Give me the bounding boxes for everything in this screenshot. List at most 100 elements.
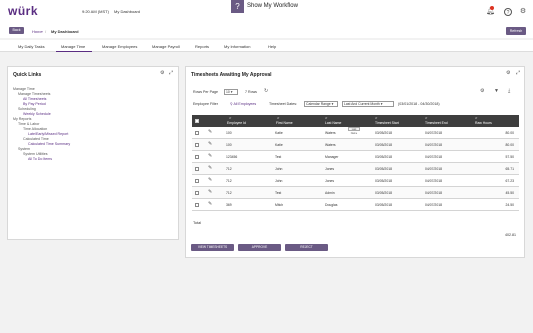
- cell-first-name: Mitch: [275, 203, 284, 207]
- quick-link-item[interactable]: Weekly Schedule: [23, 112, 51, 116]
- rows-per-page-select[interactable]: 10 ▾: [224, 89, 238, 95]
- sort-icon[interactable]: ⇵: [229, 116, 232, 120]
- quick-link-item[interactable]: Calculated Time: [23, 137, 49, 141]
- rows-per-page-label: Rows Per Page: [193, 90, 218, 94]
- show-workflow-link[interactable]: Show My Workflow: [247, 3, 298, 9]
- view-timesheets-button[interactable]: VIEW TIMESHEETS: [191, 244, 234, 251]
- cell-raw-hours: 45.50: [505, 191, 515, 195]
- cell-timesheet-start: 03/05/2018: [375, 203, 392, 207]
- edit-icon[interactable]: ✎: [208, 201, 212, 207]
- edit-icon[interactable]: ✎: [208, 153, 212, 159]
- date-range-text: (03/01/2018 - 04/30/2018): [398, 102, 440, 106]
- quick-link-item[interactable]: All To Do Items: [28, 157, 52, 161]
- quick-link-item[interactable]: Calculated Time Summary: [28, 142, 70, 146]
- row-checkbox[interactable]: [195, 155, 199, 159]
- reject-button[interactable]: REJECT: [285, 244, 328, 251]
- edit-icon[interactable]: ✎: [208, 177, 212, 183]
- column-header-employee-id[interactable]: Employee Id: [227, 121, 246, 125]
- nav-my-information[interactable]: My Information: [224, 44, 250, 49]
- nav-manage-employees[interactable]: Manage Employees: [102, 44, 137, 49]
- cell-timesheet-end: 04/07/2018: [425, 143, 442, 147]
- cell-timesheet-end: 04/07/2018: [425, 191, 442, 195]
- edit-icon[interactable]: ✎: [208, 189, 212, 195]
- quick-link-item[interactable]: Time & Labor: [18, 122, 39, 126]
- column-header-raw-hours[interactable]: Raw Hours: [475, 121, 492, 125]
- gear-icon[interactable]: ⚙: [480, 88, 484, 94]
- gear-icon[interactable]: ⚙: [160, 70, 164, 76]
- quick-link-item[interactable]: Late/Early/Missed Report: [28, 132, 68, 136]
- column-header-timesheet-start[interactable]: Timesheet Start: [375, 121, 399, 125]
- quick-link-item[interactable]: Manage Time: [13, 87, 35, 91]
- edit-icon[interactable]: ✎: [208, 129, 212, 135]
- cell-first-name: John: [275, 167, 283, 171]
- nav-manage-time[interactable]: Manage Time: [61, 44, 85, 49]
- sort-icon[interactable]: ⇵: [375, 116, 378, 120]
- breadcrumb-bar: [0, 24, 533, 38]
- cell-last-name: Jones: [325, 167, 335, 171]
- gear-icon[interactable]: ⚙: [519, 8, 527, 16]
- quick-link-item[interactable]: System: [18, 147, 30, 151]
- quick-link-item[interactable]: My Reports: [13, 117, 31, 121]
- breadcrumb-separator: /: [45, 29, 47, 34]
- cell-timesheet-end: 04/07/2018: [425, 167, 442, 171]
- tooltip: Last Name: [348, 127, 360, 135]
- table-row[interactable]: ✎ 100 Katie Waters 03/05/2018 04/07/2018 80.00: [192, 139, 519, 151]
- total-value: 402.81: [505, 233, 516, 237]
- table-row[interactable]: ✎ 123456 Test Manager 03/05/2018 04/07/2018 57…: [192, 151, 519, 163]
- quick-link-item[interactable]: Scheduling: [18, 107, 36, 111]
- filter-icon[interactable]: ▼: [494, 88, 499, 94]
- quick-link-item[interactable]: By Pay Period: [23, 102, 46, 106]
- nav-help[interactable]: Help: [268, 44, 276, 49]
- refresh-button[interactable]: Refresh: [506, 27, 526, 35]
- employee-filter-value[interactable]: ⚲ All Employees: [230, 102, 256, 106]
- calendar-range-select[interactable]: Calendar Range ▾: [304, 101, 338, 107]
- wurk-logo[interactable]: würk: [8, 4, 38, 18]
- table-row[interactable]: ✎ 712 Test Admin 03/05/2018 04/07/2018 45.50: [192, 187, 519, 199]
- table-row[interactable]: ✎ 712 John Jones 03/05/2018 04/07/2018 65.71: [192, 163, 519, 175]
- quick-link-item[interactable]: System Utilities: [23, 152, 48, 156]
- cell-employee-id: 100: [226, 143, 232, 147]
- nav-reports[interactable]: Reports: [195, 44, 209, 49]
- nav-active-indicator: [56, 51, 92, 52]
- expand-icon[interactable]: ⤢: [516, 70, 520, 76]
- back-button[interactable]: Back: [9, 27, 24, 34]
- table-row[interactable]: ✎ 369 Mitch Douglas 03/05/2018 04/07/2018 24.5…: [192, 199, 519, 211]
- sort-icon[interactable]: ⇵: [277, 116, 280, 120]
- column-header-last-name[interactable]: Last Name: [325, 121, 341, 125]
- column-header-first-name[interactable]: First Name: [276, 121, 293, 125]
- approve-button[interactable]: APPROVE: [238, 244, 281, 251]
- gear-icon[interactable]: ⚙: [506, 70, 510, 76]
- expand-icon[interactable]: ⤢: [169, 70, 173, 76]
- row-checkbox[interactable]: [195, 131, 199, 135]
- cell-first-name: Test: [275, 155, 282, 159]
- select-all-checkbox[interactable]: [195, 119, 199, 123]
- quick-link-item[interactable]: Time Allocation: [23, 127, 47, 131]
- cell-employee-id: 712: [226, 179, 232, 183]
- row-checkbox[interactable]: [195, 167, 199, 171]
- row-checkbox[interactable]: [195, 203, 199, 207]
- download-icon[interactable]: ⤓: [508, 88, 510, 94]
- cell-last-name: Manager: [325, 155, 339, 159]
- help-icon[interactable]: ?: [504, 8, 512, 16]
- nav-my-daily-tasks[interactable]: My Daily Tasks: [18, 44, 45, 49]
- workflow-help-icon[interactable]: ?: [231, 0, 244, 13]
- date-range-select[interactable]: Last And Current Month ▾: [342, 101, 394, 107]
- row-checkbox[interactable]: [195, 191, 199, 195]
- employee-filter-label: Employee Filter: [193, 102, 218, 106]
- row-checkbox[interactable]: [195, 143, 199, 147]
- cell-timesheet-start: 03/05/2018: [375, 155, 392, 159]
- table-row[interactable]: ✎ 712 John Jones 03/05/2018 04/07/2018 67.23: [192, 175, 519, 187]
- breadcrumb-home-link[interactable]: Home: [32, 29, 43, 34]
- sort-icon[interactable]: ⇵: [325, 116, 328, 120]
- edit-icon[interactable]: ✎: [208, 165, 212, 171]
- quick-link-item[interactable]: Manage Timesheets: [18, 92, 50, 96]
- sort-icon[interactable]: ⇵: [425, 116, 428, 120]
- sort-icon[interactable]: ⇵: [475, 116, 478, 120]
- column-header-timesheet-end[interactable]: Timesheet End: [425, 121, 448, 125]
- row-checkbox[interactable]: [195, 179, 199, 183]
- edit-icon[interactable]: ✎: [208, 141, 212, 147]
- nav-manage-payroll[interactable]: Manage Payroll: [152, 44, 180, 49]
- quick-link-item[interactable]: All Timesheets: [23, 97, 46, 101]
- refresh-icon[interactable]: ↻: [264, 88, 268, 94]
- row-count: 7 Rows: [245, 90, 257, 94]
